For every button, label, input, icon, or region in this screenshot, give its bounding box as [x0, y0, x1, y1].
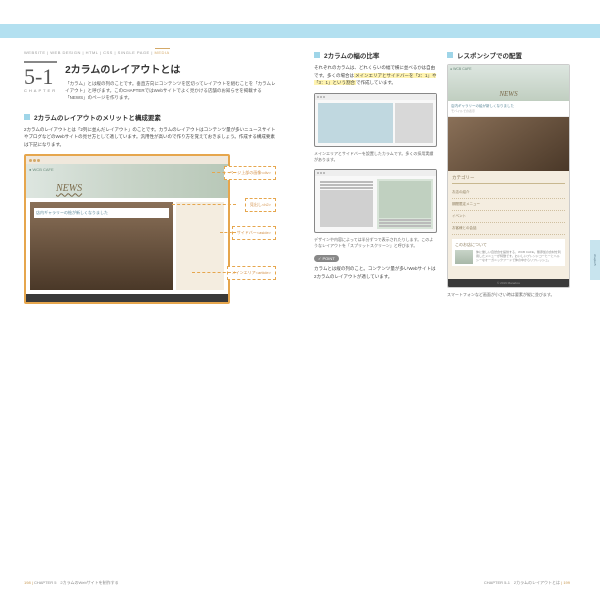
page-number: 198	[24, 580, 31, 585]
footer-text: CHAPTER 5-1 2カラムのレイアウトとは	[484, 580, 560, 585]
page-title: 2カラムのレイアウトとは	[65, 61, 276, 76]
point-body: カラムとは縦の列のこと。コンテンツ量が多いWebサイトは2カラムのレイアウトが適…	[314, 265, 437, 280]
mock-footer	[26, 294, 228, 302]
callout-line	[212, 172, 236, 173]
wireframe-split	[314, 169, 437, 233]
crumb: WEB DESIGN	[50, 50, 81, 55]
phone-notice: 店内ギャラリーの絵が新しくなりました モバイルでの表示	[448, 101, 569, 117]
about-box: このお店について 体に優しい自然食を提供する、WCB CAFE。無添加の食材を利…	[452, 239, 565, 266]
callout-h2: 見出し<h2>	[245, 198, 276, 212]
wf-body	[315, 100, 436, 146]
caption: スマートフォンなど画面が小さい時は要素が縦に並びます。	[447, 292, 570, 298]
wf-body	[315, 176, 436, 232]
window-dot	[33, 159, 36, 162]
page-spread: WEBSITE | WEB DESIGN | HTML | CSS | SING…	[0, 0, 600, 600]
page-number: 199	[563, 580, 570, 585]
phone-sidebar: カテゴリー お店の紹介 期間限定メニュー イベント お客様との会話 このお店につ…	[448, 171, 569, 279]
phone-footer: © 2019 Manabox	[448, 279, 569, 287]
list-item: イベント	[452, 211, 565, 223]
section-body: それぞれのカラムは、どれくらいの幅で横に並べるかは自由です。多くの場合はメインエ…	[314, 64, 437, 87]
chapter-label: CHAPTER	[24, 88, 57, 93]
side-tab: chapter5	[590, 240, 600, 280]
phone-news: NEWS	[499, 90, 517, 98]
callout-aside: サイドバー<aside>	[232, 226, 276, 240]
window-dot	[37, 159, 40, 162]
mockup-wrap: ● WCB CAFE NEWS 店内ギャラリーの絵が新しくなりました ページ上部…	[24, 154, 276, 304]
chapter-num-block: 5-1 CHAPTER	[24, 61, 57, 102]
crumb-active: MEDIA	[155, 48, 170, 55]
mock-banner: 店内ギャラリーの絵が新しくなりました	[34, 208, 169, 218]
chapter-number: 5-1	[24, 61, 57, 87]
list-item: お店の紹介	[452, 187, 565, 199]
section-heading: 2カラムのレイアウトのメリットと構成要素	[24, 112, 276, 122]
phone-photo	[448, 117, 569, 171]
category-title: カテゴリー	[452, 175, 565, 184]
wf-half	[318, 179, 375, 229]
crumb: WEBSITE	[24, 50, 46, 55]
point-badge: POINT	[314, 255, 339, 262]
chapter-head: 5-1 CHAPTER 2カラムのレイアウトとは 「カラム」とは縦の列のことです…	[24, 61, 276, 102]
mock-aside	[176, 202, 224, 290]
crumb: HTML	[86, 50, 99, 55]
window-dot	[29, 159, 32, 162]
news-label: NEWS	[56, 183, 82, 194]
crumb: CSS	[103, 50, 113, 55]
head-right: 2カラムのレイアウトとは 「カラム」とは縦の列のことです。垂直方向にコンテンツを…	[65, 61, 276, 102]
wireframe-21	[314, 93, 437, 147]
caption: メインエリアとサイドバーを設置したカラムです。多くの採用実績があります。	[314, 151, 437, 163]
about-title: このお店について	[455, 242, 562, 248]
col-right: レスポンシブでの配置 ● WCB CAFE NEWS 店内ギャラリーの絵が新しく…	[447, 50, 570, 304]
callout-line	[192, 272, 236, 273]
wf-main	[318, 103, 393, 143]
mock-content: 店内ギャラリーの絵が新しくなりました	[26, 198, 228, 294]
list-item: お客様との会話	[452, 223, 565, 235]
wf-half	[377, 179, 434, 229]
callout-article: メインエリア<article>	[227, 266, 276, 280]
section-title: 2カラムのレイアウトのメリットと構成要素	[34, 112, 161, 122]
wf-side	[395, 103, 433, 143]
section-body: 2カラムのレイアウトとは「2列に並んだレイアウト」のことです。カラムのレイアウト…	[24, 126, 276, 149]
phone-mockup: ● WCB CAFE NEWS 店内ギャラリーの絵が新しくなりました モバイルで…	[447, 64, 570, 288]
crumb: SINGLE PAGE	[118, 50, 150, 55]
page-footer-right: CHAPTER 5-1 2カラムのレイアウトとは | 199	[484, 580, 570, 586]
col-left: 2カラムの幅の比率 それぞれのカラムは、どれくらいの幅で横に並べるかは自由です。…	[314, 50, 437, 304]
left-page: WEBSITE | WEB DESIGN | HTML | CSS | SING…	[0, 0, 300, 600]
caption: デザインや内容によっては半分ずつで表示されたりします。このようなレイアウトを「ス…	[314, 237, 437, 249]
section-title: 2カラムの幅の比率	[324, 50, 379, 60]
section-title: レスポンシブでの配置	[457, 50, 522, 60]
list-item: 期間限定メニュー	[452, 199, 565, 211]
callout-line	[172, 204, 236, 205]
text: で作成しています。	[356, 80, 396, 85]
notice-sub: モバイルでの表示	[451, 109, 566, 113]
page-footer-left: 198 | CHAPTER 5 2カラムのWebサイトを制作する	[24, 580, 119, 586]
mock-titlebar	[26, 156, 228, 164]
phone-header: ● WCB CAFE NEWS	[448, 65, 569, 101]
mock-logo: ● WCB CAFE	[29, 167, 54, 172]
breadcrumb: WEBSITE | WEB DESIGN | HTML | CSS | SING…	[24, 50, 276, 55]
phone-logo: ● WCB CAFE	[448, 65, 569, 73]
right-page: 2カラムの幅の比率 それぞれのカラムは、どれくらいの幅で横に並べるかは自由です。…	[300, 0, 600, 600]
lead-text: 「カラム」とは縦の列のことです。垂直方向にコンテンツを区切ってレイアウトを組むこ…	[65, 80, 276, 102]
footer-text: CHAPTER 5 2カラムのWebサイトを制作する	[34, 580, 119, 585]
section-heading: レスポンシブでの配置	[447, 50, 570, 60]
section-heading: 2カラムの幅の比率	[314, 50, 437, 60]
website-mockup: ● WCB CAFE NEWS 店内ギャラリーの絵が新しくなりました	[24, 154, 230, 304]
callout-line	[220, 232, 236, 233]
mock-article: 店内ギャラリーの絵が新しくなりました	[30, 202, 173, 290]
callout-header: ページ上部の画像<div>	[224, 166, 276, 180]
right-columns: 2カラムの幅の比率 それぞれのカラムは、どれくらいの幅で横に並べるかは自由です。…	[314, 50, 570, 304]
mock-header: ● WCB CAFE NEWS	[26, 164, 228, 198]
about-thumbnail	[455, 250, 473, 264]
